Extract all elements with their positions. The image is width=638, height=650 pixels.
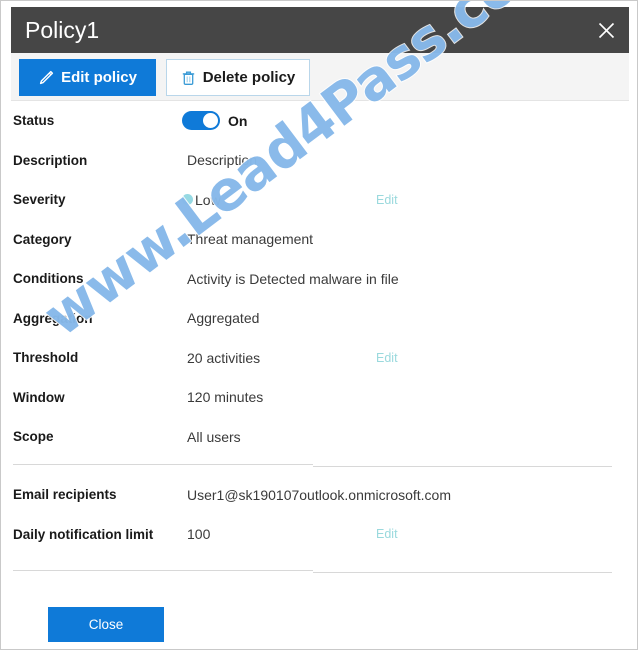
detail-row-category: Category Threat management: [1, 220, 637, 260]
status-toggle[interactable]: On: [182, 111, 248, 131]
row-value: All users: [187, 428, 241, 445]
edit-severity-link[interactable]: Edit: [376, 193, 398, 207]
edit-threshold-link[interactable]: Edit: [376, 351, 398, 365]
row-label: Description: [13, 152, 88, 168]
delete-policy-label: Delete policy: [202, 69, 296, 86]
row-value: 100: [187, 526, 211, 543]
row-value: Activity is Detected malware in file: [187, 270, 399, 287]
section-divider: [13, 570, 313, 571]
toggle-state-label: On: [228, 112, 248, 129]
detail-row-severity: Severity Low Edit: [1, 180, 637, 220]
detail-row-scope: Scope All users: [1, 417, 637, 457]
edit-policy-label: Edit policy: [61, 69, 137, 86]
policy-details-panel: Policy1 Edit policy Delete policy Status…: [0, 0, 638, 650]
row-label: Status: [13, 113, 55, 129]
section-divider: [13, 464, 313, 465]
row-value: Low: [195, 191, 221, 208]
toggle-knob: [203, 113, 218, 129]
detail-row-email-recipients: Email recipients User1@sk190107outlook.o…: [1, 475, 637, 515]
section-divider: [313, 572, 612, 573]
command-bar: Edit policy Delete policy: [11, 53, 629, 101]
row-value: Description: [187, 152, 258, 169]
row-label: Aggregation: [13, 310, 93, 326]
detail-row-description: Description Description: [1, 141, 637, 181]
detail-row-conditions: Conditions Activity is Detected malware …: [1, 259, 637, 299]
policy-detail-rows: Status On Description Description Severi…: [1, 101, 637, 457]
edit-daily-limit-link[interactable]: Edit: [376, 527, 398, 541]
panel-titlebar: Policy1: [11, 7, 629, 53]
row-label: Threshold: [13, 350, 79, 366]
severity-dot-icon: [182, 194, 193, 206]
section-divider: [313, 466, 612, 467]
detail-row-threshold: Threshold 20 activities Edit: [1, 338, 637, 378]
row-label: Severity: [13, 192, 66, 208]
row-label: Email recipients: [13, 487, 117, 503]
row-label: Scope: [13, 429, 54, 445]
notification-detail-rows: Email recipients User1@sk190107outlook.o…: [1, 475, 637, 555]
row-value: User1@sk190107outlook.onmicrosoft.com: [187, 486, 452, 503]
row-value: Threat management: [187, 231, 314, 248]
row-label: Conditions: [13, 271, 84, 287]
detail-row-daily-notification-limit: Daily notification limit 100 Edit: [1, 515, 637, 555]
detail-row-status: Status On: [1, 101, 637, 141]
close-button[interactable]: Close: [48, 607, 164, 642]
severity-indicator: Low: [182, 192, 221, 208]
row-label: Window: [13, 389, 65, 405]
pencil-icon: [38, 70, 54, 86]
row-value: 20 activities: [187, 349, 261, 366]
row-label: Daily notification limit: [13, 526, 154, 542]
close-icon[interactable]: [583, 7, 629, 53]
row-label: Category: [13, 231, 72, 247]
detail-row-aggregation: Aggregation Aggregated: [1, 299, 637, 339]
row-value: Aggregated: [187, 310, 260, 327]
toggle-track: [182, 111, 220, 131]
row-value: 120 minutes: [187, 389, 264, 406]
delete-policy-button[interactable]: Delete policy: [166, 59, 310, 96]
detail-row-window: Window 120 minutes: [1, 378, 637, 418]
page-title: Policy1: [25, 16, 100, 43]
edit-policy-button[interactable]: Edit policy: [19, 59, 156, 96]
trash-icon: [181, 70, 196, 86]
